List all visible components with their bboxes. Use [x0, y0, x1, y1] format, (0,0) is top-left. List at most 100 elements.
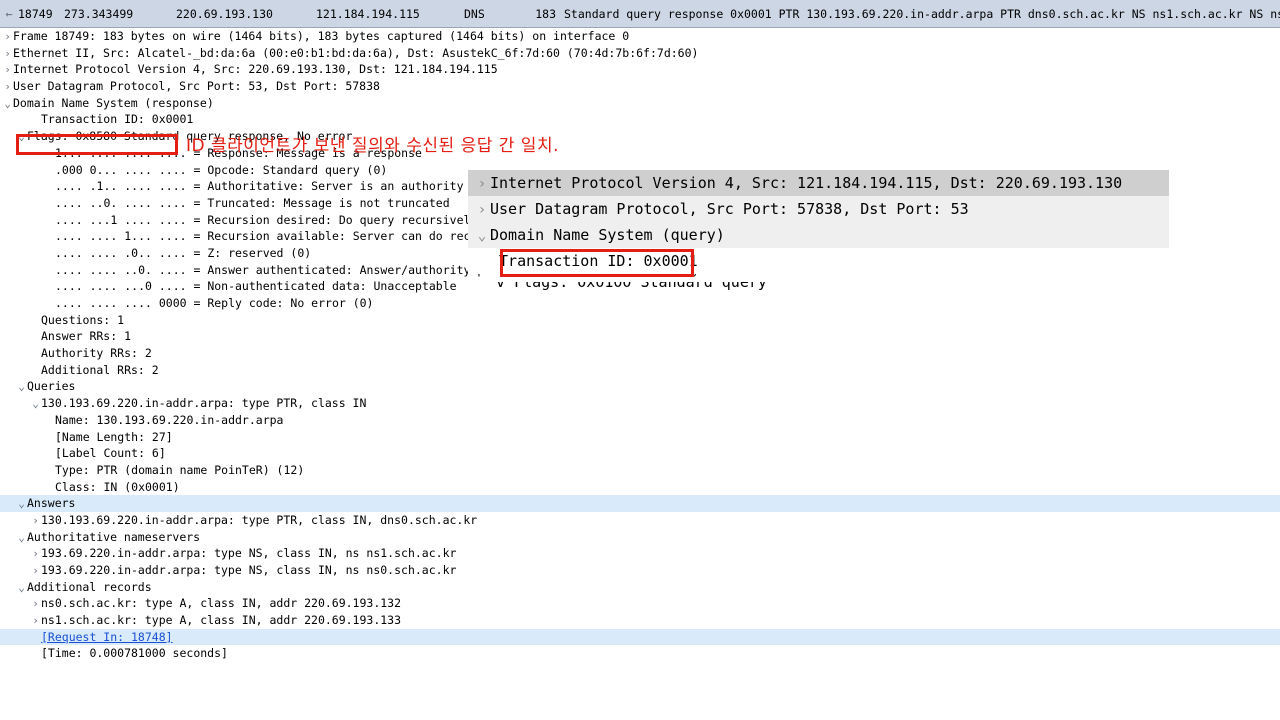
expanded-twisty-icon[interactable]: ⌄ — [16, 129, 27, 146]
tree-row-label: .000 0... .... .... = Opcode: Standard q… — [55, 162, 388, 177]
tree-row-label: ns1.sch.ac.kr: type A, class IN, addr 22… — [41, 613, 402, 628]
tree-row-content: › Frame 18749: 183 bytes on wire (1464 bi… — [0, 29, 629, 43]
overlay-tree-row[interactable]: › User Datagram Protocol, Src Port: 57838… — [468, 196, 1169, 222]
tree-row[interactable]: .... .... .... 0000 = Reply code: No err… — [0, 295, 1280, 312]
expanded-twisty-icon[interactable]: ⌄ — [2, 96, 13, 113]
tree-row[interactable]: Class: IN (0x0001) — [0, 479, 1280, 496]
tree-row-content: Answer RRs: 1 — [0, 329, 131, 343]
tree-row-content: .... ...1 .... .... = Recursion desired:… — [0, 213, 477, 227]
collapsed-twisty-icon[interactable]: › — [30, 546, 41, 563]
collapsed-twisty-icon[interactable]: › — [474, 171, 490, 197]
collapsed-twisty-icon[interactable]: › — [30, 513, 41, 530]
tree-row[interactable]: › 193.69.220.in-addr.arpa: type NS, class… — [0, 562, 1280, 579]
tree-row[interactable]: › ns0.sch.ac.kr: type A, class IN, addr 2… — [0, 595, 1280, 612]
overlay-transaction-id-label: Transaction ID: 0x0001 — [499, 252, 698, 270]
blank-twisty-icon — [44, 179, 55, 196]
tree-row[interactable]: › User Datagram Protocol, Src Port: 53, D… — [0, 78, 1280, 95]
tree-row-content: .... .... .... 0000 = Reply code: No err… — [0, 296, 374, 310]
packet-destination-cell: 121.184.194.115 — [316, 6, 420, 21]
tree-row-label: Answers — [27, 496, 76, 511]
tree-row[interactable]: Questions: 1 — [0, 312, 1280, 329]
tree-row[interactable]: › Ethernet II, Src: Alcatel-_bd:da:6a (00… — [0, 45, 1280, 62]
tree-row-label: Name: 130.193.69.220.in-addr.arpa — [55, 412, 284, 427]
tree-row[interactable]: › 130.193.69.220.in-addr.arpa: type PTR, … — [0, 512, 1280, 529]
overlay-clipped-flags-text: v Flags: 0x0100 Standard query — [496, 282, 767, 291]
tree-row-label: .... .... .0.. .... = Z: reserved (0) — [55, 245, 312, 260]
collapsed-twisty-icon[interactable]: › — [30, 613, 41, 630]
overlay-transaction-id-row[interactable]: Transaction ID: 0x0001 — [468, 248, 1169, 274]
tree-row[interactable]: [Request In: 18748] — [0, 628, 1280, 647]
tree-row-content: .000 0... .... .... = Opcode: Standard q… — [0, 163, 387, 177]
expanded-twisty-icon[interactable]: ⌄ — [30, 396, 41, 413]
collapsed-twisty-icon[interactable]: › — [2, 79, 13, 96]
tree-row-content: [Time: 0.000781000 seconds] — [0, 646, 228, 660]
tree-row[interactable]: ⌄ 130.193.69.220.in-addr.arpa: type PTR, … — [0, 395, 1280, 412]
tree-row[interactable]: Answer RRs: 1 — [0, 328, 1280, 345]
tree-row[interactable]: [Time: 0.000781000 seconds] — [0, 645, 1280, 662]
tree-row-label: Additional RRs: 2 — [41, 362, 159, 377]
collapsed-twisty-icon[interactable]: › — [2, 62, 13, 79]
tree-row[interactable]: ⌄ Domain Name System (response) — [0, 95, 1280, 112]
collapsed-twisty-icon[interactable]: › — [2, 29, 13, 46]
tree-row-label: [Name Length: 27] — [55, 429, 173, 444]
packet-source-cell: 220.69.193.130 — [176, 6, 273, 21]
blank-twisty-icon — [44, 480, 55, 497]
collapsed-twisty-icon[interactable]: › — [2, 46, 13, 63]
tree-row[interactable]: Additional RRs: 2 — [0, 362, 1280, 379]
tree-row-content: › User Datagram Protocol, Src Port: 53, D… — [0, 79, 380, 93]
blank-twisty-icon — [44, 246, 55, 263]
packet-length-cell: 183 — [535, 6, 556, 21]
tree-row-label: Ethernet II, Src: Alcatel-_bd:da:6a (00:… — [13, 45, 699, 60]
tree-row-label: Frame 18749: 183 bytes on wire (1464 bit… — [13, 29, 630, 43]
tree-row[interactable]: [Label Count: 6] — [0, 445, 1280, 462]
overlay-tree-row[interactable]: › Internet Protocol Version 4, Src: 121.1… — [468, 170, 1169, 196]
collapsed-twisty-icon[interactable]: › — [474, 197, 490, 223]
expanded-twisty-icon[interactable]: ⌄ — [16, 530, 27, 547]
tree-row-content: .... .... ...0 .... = Non-authenticated … — [0, 279, 457, 293]
tree-row-content: Type: PTR (domain name PoinTeR) (12) — [0, 463, 304, 477]
collapsed-twisty-icon[interactable]: › — [30, 596, 41, 613]
tree-row[interactable]: › ns1.sch.ac.kr: type A, class IN, addr 2… — [0, 612, 1280, 629]
tree-row-content: › ns1.sch.ac.kr: type A, class IN, addr 2… — [0, 613, 401, 627]
expanded-twisty-icon[interactable]: ⌄ — [474, 223, 490, 248]
tree-row[interactable]: Name: 130.193.69.220.in-addr.arpa — [0, 412, 1280, 429]
tree-row[interactable]: ⌄ Additional records — [0, 579, 1280, 596]
tree-row-label: Transaction ID: 0x0001 — [41, 112, 194, 127]
packet-list-row-selected[interactable]: ← 18749 273.343499 220.69.193.130 121.18… — [0, 0, 1280, 28]
tree-row[interactable]: › 193.69.220.in-addr.arpa: type NS, class… — [0, 545, 1280, 562]
tree-row-label: Answer RRs: 1 — [41, 329, 132, 344]
tree-row[interactable]: Type: PTR (domain name PoinTeR) (12) — [0, 462, 1280, 479]
blank-twisty-icon — [44, 430, 55, 447]
tree-row-label: .... .... .... 0000 = Reply code: No err… — [55, 296, 374, 310]
tree-row-label: Internet Protocol Version 4, Src: 220.69… — [13, 62, 498, 77]
expanded-twisty-icon[interactable]: ⌄ — [16, 580, 27, 597]
tree-row[interactable]: ⌄ Authoritative nameservers — [0, 529, 1280, 546]
tree-row-label: [Time: 0.000781000 seconds] — [41, 646, 228, 661]
tree-row-content: ⌄ Authoritative nameservers — [0, 530, 200, 544]
tree-row[interactable]: ⌄ Answers — [0, 495, 1280, 512]
tree-row[interactable]: › Internet Protocol Version 4, Src: 220.6… — [0, 61, 1280, 78]
blank-twisty-icon — [30, 112, 41, 129]
tree-row[interactable]: Authority RRs: 2 — [0, 345, 1280, 362]
tree-row-link[interactable]: [Request In: 18748] — [41, 629, 173, 646]
blank-twisty-icon — [30, 630, 41, 647]
annotation-label: ID 클라이언트가 보낸 질의와 수신된 응답 간 일치. — [186, 136, 559, 156]
tree-row[interactable]: Transaction ID: 0x0001 — [0, 111, 1280, 128]
blank-twisty-icon — [30, 313, 41, 330]
expanded-twisty-icon[interactable]: ⌄ — [16, 379, 27, 396]
expanded-twisty-icon[interactable]: ⌄ — [16, 496, 27, 513]
tree-row-label: .... ...1 .... .... = Recursion desired:… — [55, 212, 478, 227]
tree-row[interactable]: [Name Length: 27] — [0, 429, 1280, 446]
tree-row[interactable]: › Frame 18749: 183 bytes on wire (1464 bi… — [0, 28, 1280, 45]
tree-row-label: 130.193.69.220.in-addr.arpa: type PTR, c… — [41, 512, 478, 527]
tree-row-content: [Name Length: 27] — [0, 430, 173, 444]
tree-row-label: Questions: 1 — [41, 312, 125, 327]
overlay-tree-row[interactable]: ⌄ Domain Name System (query) — [468, 222, 1169, 248]
tree-row-content: › ns0.sch.ac.kr: type A, class IN, addr 2… — [0, 596, 401, 610]
tree-row[interactable]: ⌄ Queries — [0, 378, 1280, 395]
blank-twisty-icon — [44, 196, 55, 213]
collapsed-twisty-icon[interactable]: › — [30, 563, 41, 580]
tree-row-label: Class: IN (0x0001) — [55, 479, 180, 494]
overlay-clipped-flags-row: v Flags: 0x0100 Standard query — [468, 282, 1169, 294]
tree-row-content: Authority RRs: 2 — [0, 346, 152, 360]
